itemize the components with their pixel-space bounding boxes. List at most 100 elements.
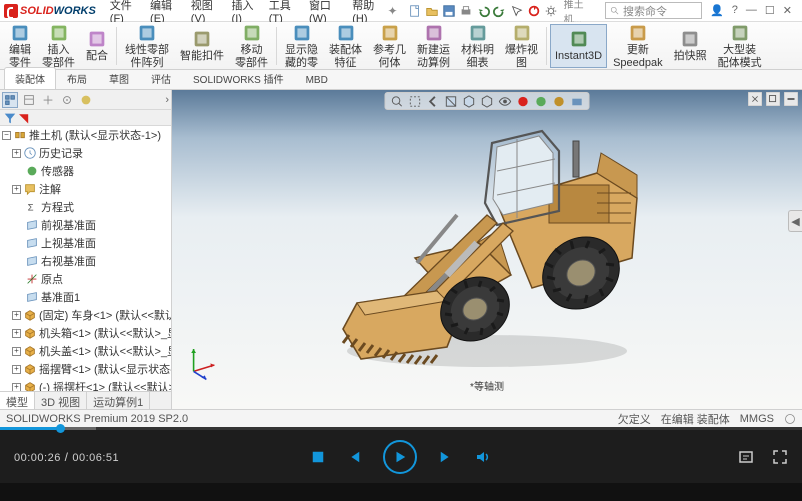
new-icon[interactable] <box>408 4 422 18</box>
tree-root[interactable]: − 推土机 (默认<显示状态-1>) <box>0 126 171 144</box>
ribbon-button[interactable]: 新建运动算例 <box>412 24 455 68</box>
ribbon-button[interactable]: 线性零部件阵列 <box>120 24 174 68</box>
ribbon-tab[interactable]: 评估 <box>140 67 182 89</box>
tree-item[interactable]: 基准面1 <box>0 288 171 306</box>
tree-item[interactable]: 传感器 <box>0 162 171 180</box>
ribbon-tab[interactable]: SOLIDWORKS 插件 <box>182 67 295 89</box>
rebuild-icon[interactable] <box>527 4 541 18</box>
tree-item[interactable]: +机头箱<1> (默认<<默认>_显示状态 <box>0 324 171 342</box>
minimize-icon[interactable]: — <box>746 4 757 17</box>
ribbon-tab[interactable]: MBD <box>295 71 339 89</box>
tree-item[interactable]: +历史记录 <box>0 144 171 162</box>
viewport-restore-icon[interactable] <box>766 92 780 106</box>
tree-item-label: 传感器 <box>41 163 74 179</box>
ribbon-button[interactable]: 参考几何体 <box>368 24 411 68</box>
menu-expand-icon[interactable]: ✦ <box>388 4 398 18</box>
command-search[interactable]: 搜索命令 <box>605 2 702 19</box>
tree-item-icon <box>23 182 37 196</box>
volume-button[interactable] <box>475 449 491 465</box>
dimxpert-tab[interactable] <box>59 92 75 108</box>
tree-item[interactable]: +(-) 摇摆杆<1> (默认<<默认>_显示状 <box>0 378 171 391</box>
print-icon[interactable] <box>459 4 473 18</box>
viewport-window-controls <box>748 92 798 106</box>
tree-item[interactable]: 上视基准面 <box>0 234 171 252</box>
select-icon[interactable] <box>510 4 524 18</box>
prev-track-button[interactable] <box>347 450 361 464</box>
tree-item[interactable]: + 摇摆臂<1> (默认<显示状态-1>) <box>0 360 171 378</box>
maximize-icon[interactable]: ☐ <box>765 4 775 17</box>
status-custom-icon[interactable] <box>784 413 796 425</box>
expand-icon[interactable]: + <box>12 347 21 356</box>
tree-item[interactable]: Σ方程式 <box>0 198 171 216</box>
ribbon-tab[interactable]: 装配体 <box>4 67 56 89</box>
ribbon-icon <box>423 22 445 44</box>
redo-icon[interactable] <box>493 4 507 18</box>
tree-item[interactable]: +机头盖<1> (默认<<默认>_显示状态 <box>0 342 171 360</box>
tree-item[interactable]: 原点 <box>0 270 171 288</box>
expand-icon[interactable]: + <box>12 383 21 392</box>
tree-tools-icon[interactable]: ◥ <box>19 111 28 125</box>
expand-icon[interactable]: + <box>12 311 21 320</box>
ribbon-button[interactable]: Instant3D <box>550 24 607 68</box>
display-manager-tab[interactable] <box>78 92 94 108</box>
undo-icon[interactable] <box>476 4 490 18</box>
ribbon-tab[interactable]: 草图 <box>98 67 140 89</box>
collapse-icon[interactable]: − <box>2 131 11 140</box>
ribbon-icon <box>291 22 313 44</box>
viewport-close-icon[interactable] <box>748 92 762 106</box>
play-button[interactable] <box>383 440 417 474</box>
property-manager-tab[interactable] <box>21 92 37 108</box>
task-pane-handle[interactable]: ◀ <box>788 210 802 232</box>
open-icon[interactable] <box>425 4 439 18</box>
ribbon-button[interactable]: 编辑零件 <box>4 24 36 68</box>
ribbon-button[interactable]: 大型装配体模式 <box>713 24 767 68</box>
ribbon-button[interactable]: 拍快照 <box>669 24 712 68</box>
expand-icon[interactable]: + <box>12 149 21 158</box>
motion-study-tabs: 模型3D 视图运动算例1 <box>0 391 171 409</box>
tree-item-label: 摇摆臂<1> (默认<显示状态-1>) <box>39 361 171 377</box>
motion-tab[interactable]: 运动算例1 <box>87 392 150 409</box>
config-manager-tab[interactable] <box>40 92 56 108</box>
video-player: 00:00:26 / 00:06:51 <box>0 427 802 483</box>
stop-button[interactable] <box>311 450 325 464</box>
viewport-max-icon[interactable] <box>784 92 798 106</box>
motion-tab[interactable]: 模型 <box>0 392 35 409</box>
ribbon-button[interactable]: 移动零部件 <box>230 24 273 68</box>
tree-item-icon <box>25 290 39 304</box>
ribbon-label: 配合 <box>86 50 108 62</box>
tree-item-label: 原点 <box>41 271 63 287</box>
ribbon-button[interactable]: 材料明细表 <box>456 24 499 68</box>
options-icon[interactable] <box>544 4 558 18</box>
note-button[interactable] <box>738 449 754 465</box>
user-icon[interactable]: 👤 <box>710 4 724 17</box>
expand-icon[interactable]: + <box>12 185 21 194</box>
expand-icon[interactable]: + <box>12 329 21 338</box>
ribbon-tab[interactable]: 布局 <box>56 67 98 89</box>
motion-tab[interactable]: 3D 视图 <box>35 392 87 409</box>
feature-tree-tab[interactable] <box>2 92 18 108</box>
ribbon-button[interactable]: 插入零部件 <box>37 24 80 68</box>
feature-tree[interactable]: − 推土机 (默认<显示状态-1>) +历史记录传感器 + 注解Σ方程式前视基准面上… <box>0 126 171 391</box>
tree-item[interactable]: +(固定) 车身<1> (默认<<默认>_显示 <box>0 306 171 324</box>
tree-item[interactable]: + 注解 <box>0 180 171 198</box>
ribbon-button[interactable]: 爆炸视图 <box>500 24 543 68</box>
close-icon[interactable]: ✕ <box>783 4 792 17</box>
filter-icon[interactable] <box>3 111 17 125</box>
save-icon[interactable] <box>442 4 456 18</box>
ribbon-button[interactable]: 装配体特征 <box>324 24 367 68</box>
help-icon[interactable]: ? <box>732 4 738 17</box>
expand-icon[interactable]: + <box>12 365 21 374</box>
ribbon-button[interactable]: 显示隐藏的零 <box>280 24 323 68</box>
next-track-button[interactable] <box>439 450 453 464</box>
coordinate-triad[interactable] <box>184 341 224 381</box>
panel-collapse-icon[interactable]: › <box>165 94 169 106</box>
ribbon-button[interactable]: 配合 <box>81 24 113 68</box>
tree-item[interactable]: 前视基准面 <box>0 216 171 234</box>
ribbon-button[interactable]: 智能扣件 <box>175 24 229 68</box>
fullscreen-button[interactable] <box>772 449 788 465</box>
graphics-viewport[interactable]: ◀ <box>172 90 802 409</box>
tree-item-label: 注解 <box>39 181 61 197</box>
tree-item[interactable]: 右视基准面 <box>0 252 171 270</box>
svg-text:Σ: Σ <box>28 203 34 214</box>
ribbon-button[interactable]: 更新Speedpak <box>608 24 668 68</box>
